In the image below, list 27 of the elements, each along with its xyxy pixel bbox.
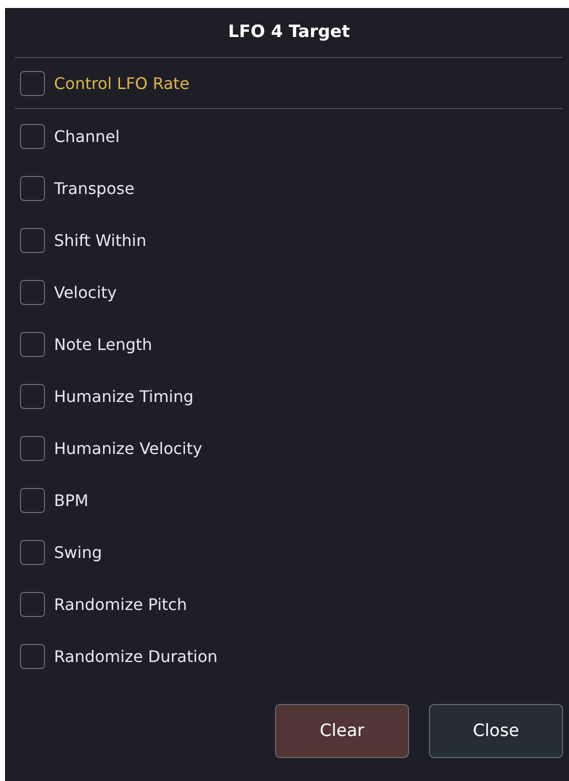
option-label: Channel bbox=[54, 126, 120, 146]
dialog-title: LFO 4 Target bbox=[227, 21, 351, 44]
option-label: Note Length bbox=[54, 334, 152, 354]
close-button[interactable]: Close bbox=[429, 704, 563, 758]
checkbox[interactable] bbox=[20, 644, 45, 668]
option-label: Velocity bbox=[54, 282, 117, 302]
checkbox[interactable] bbox=[20, 436, 45, 460]
checkbox[interactable] bbox=[20, 332, 45, 356]
option-label: Randomize Duration bbox=[54, 646, 218, 666]
option-label: Randomize Pitch bbox=[54, 594, 187, 614]
checkbox[interactable] bbox=[20, 488, 45, 512]
option-label: BPM bbox=[54, 490, 88, 510]
checkbox[interactable] bbox=[20, 592, 45, 616]
option-label: Control LFO Rate bbox=[54, 74, 190, 92]
checkbox[interactable] bbox=[20, 384, 45, 408]
clear-button[interactable]: Clear bbox=[275, 704, 409, 758]
option-label: Swing bbox=[54, 542, 102, 562]
option-label: Humanize Timing bbox=[54, 386, 194, 406]
checkbox[interactable] bbox=[20, 280, 45, 304]
option-label: Shift Within bbox=[54, 230, 146, 250]
checkbox[interactable] bbox=[20, 176, 45, 200]
checkbox[interactable] bbox=[20, 540, 45, 564]
checkbox[interactable] bbox=[20, 124, 45, 148]
option-label: Humanize Velocity bbox=[54, 438, 202, 458]
option-label: Transpose bbox=[54, 178, 134, 198]
checkbox[interactable] bbox=[20, 70, 45, 96]
checkbox[interactable] bbox=[20, 228, 45, 252]
